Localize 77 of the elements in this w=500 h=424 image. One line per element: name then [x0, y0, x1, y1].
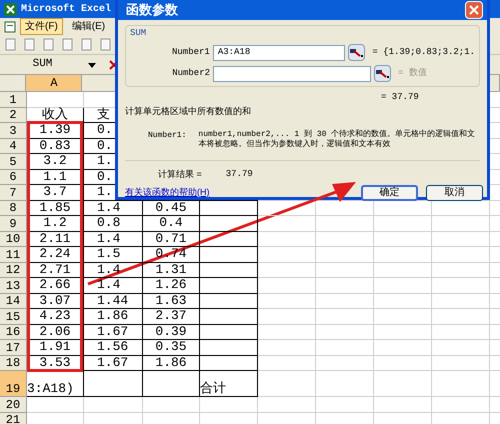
table-cell: 1.91 [27, 340, 84, 356]
argument-value: = {1.39;0.83;3.2;1. [372, 46, 475, 59]
dialog-title: 函数参数 [126, 1, 178, 19]
table-cell: 1.85 [27, 200, 84, 216]
table-cell: 1.31 [143, 262, 200, 278]
table-cell: 4.23 [27, 309, 84, 324]
argument-label: Number2 [172, 66, 210, 80]
table-cell: 1.1 [27, 170, 84, 185]
argument-value: = 数值 [398, 66, 427, 80]
row-header[interactable]: 21 [0, 412, 27, 424]
row-header[interactable]: 12 [0, 262, 27, 278]
table-cell: 1.4 [84, 262, 143, 278]
window-title: Microsoft Excel [21, 2, 112, 16]
table-cell: 1.4 [84, 232, 143, 247]
function-name: SUM [130, 26, 148, 40]
row-header[interactable]: 16 [0, 324, 27, 340]
table-cell: 收入 [27, 108, 84, 123]
table-cell: 2.06 [27, 324, 84, 340]
argument-label: Number1 [172, 46, 210, 59]
table-cell: 2.71 [27, 262, 84, 278]
table-cell: 0.71 [143, 232, 200, 247]
argument-field[interactable]: A3:A18 [212, 44, 346, 60]
column-header[interactable]: A [50, 74, 58, 92]
menu-item[interactable]: 编辑(E) [66, 18, 110, 35]
table-cell: 0.83 [27, 138, 84, 154]
row-header[interactable]: 20 [0, 397, 27, 412]
table-cell: 1.86 [143, 356, 200, 371]
table-cell: 1.5 [84, 247, 143, 262]
argument-description: number1,number2,... 1 到 30 个待求和的数值。单元格中的逻辑值和文本将被忽略。但当作为参数键入时，逻辑值和文本有效 [198, 130, 476, 150]
table-cell: 1.67 [84, 324, 143, 340]
table-cell: 3.07 [27, 294, 84, 309]
row-header[interactable]: 13 [0, 278, 27, 294]
result-value: 37.79 [226, 168, 253, 181]
result-label: 计算结果 = [158, 168, 202, 181]
table-cell: 1.26 [143, 278, 200, 294]
table-cell: 1.56 [84, 340, 143, 356]
row-header[interactable]: 11 [0, 247, 27, 262]
table-cell: 1.67 [84, 356, 143, 371]
argument-name: Number1: [148, 130, 186, 142]
row-header[interactable]: 8 [0, 200, 27, 216]
table-cell: 1.2 [27, 216, 84, 232]
table-cell: 1.86 [84, 309, 143, 324]
table-cell: 3.2 [27, 154, 84, 170]
table-cell: 合计 [200, 371, 258, 397]
dialog-button[interactable]: 确定 [361, 184, 418, 200]
row-header[interactable]: 1 [0, 92, 27, 108]
table-cell: 0.8 [84, 216, 143, 232]
formula-result: = 37.79 [381, 91, 420, 104]
table-cell: 1.4 [84, 278, 143, 294]
table-cell: 2.24 [27, 247, 84, 262]
row-header[interactable]: 9 [0, 216, 27, 232]
menu-item[interactable]: 文件(F) [20, 18, 63, 35]
table-cell: 0.39 [143, 324, 200, 340]
table-cell: 2.66 [27, 278, 84, 294]
row-header[interactable]: 7 [0, 185, 27, 200]
table-cell: 3:A18) [27, 371, 84, 397]
row-header[interactable]: 6 [0, 170, 27, 185]
row-header[interactable]: 2 [0, 108, 27, 123]
table-cell: 0.4 [143, 216, 200, 232]
row-header[interactable]: 10 [0, 232, 27, 247]
row-header[interactable]: 4 [0, 138, 27, 154]
table-cell: 3.53 [27, 356, 84, 371]
table-cell: 3.7 [27, 185, 84, 200]
row-header[interactable]: 18 [0, 356, 27, 371]
row-header[interactable]: 3 [0, 123, 27, 138]
table-cell: 1.44 [84, 294, 143, 309]
row-header[interactable]: 15 [0, 309, 27, 324]
row-header[interactable]: 17 [0, 340, 27, 356]
row-header[interactable]: 14 [0, 294, 27, 309]
row-header[interactable]: 5 [0, 154, 27, 170]
dialog-button[interactable]: 取消 [426, 184, 483, 200]
table-cell: 1.39 [27, 123, 84, 138]
row-header[interactable]: 19 [0, 371, 27, 397]
table-cell: 1.63 [143, 294, 200, 309]
table-cell: 2.11 [27, 232, 84, 247]
table-cell: 0.35 [143, 340, 200, 356]
table-cell: 2.37 [143, 309, 200, 324]
